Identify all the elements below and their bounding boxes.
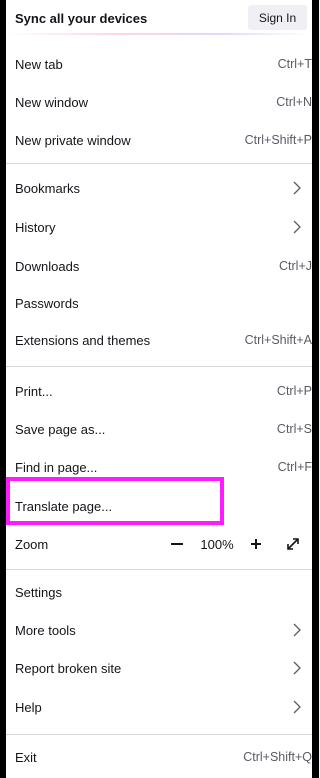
menu-item-label: Extensions and themes xyxy=(15,332,151,348)
menu-item-translate-page[interactable]: Translate page... xyxy=(6,488,312,524)
shortcut-text: Ctrl+F xyxy=(277,460,312,474)
menu-item-label: Report broken site xyxy=(15,660,122,676)
menu-item-label: Find in page... xyxy=(15,459,98,475)
separator xyxy=(6,734,312,735)
shortcut-text: Ctrl+Shift+Q xyxy=(243,750,312,764)
shortcut-text: Ctrl+S xyxy=(276,422,312,436)
shortcut-text: Ctrl+Shift+A xyxy=(244,333,312,347)
menu-item-label: Passwords xyxy=(15,295,79,311)
menu-item-save-page-as[interactable]: Save page as... Ctrl+S xyxy=(6,411,312,447)
menu-item-label: Settings xyxy=(15,584,62,600)
chevron-right-icon xyxy=(288,659,306,677)
menu-item-label: New tab xyxy=(15,56,63,72)
menu-item-help[interactable]: Help xyxy=(6,689,312,725)
shortcut-text: Ctrl+Shift+P xyxy=(244,133,312,147)
menu-item-passwords[interactable]: Passwords xyxy=(6,285,312,321)
menu-item-find-in-page[interactable]: Find in page... Ctrl+F xyxy=(6,449,312,485)
menu-item-label: More tools xyxy=(15,622,76,638)
menu-item-label: Zoom xyxy=(15,536,49,552)
window-border-right xyxy=(312,0,319,778)
menu-item-report-broken-site[interactable]: Report broken site xyxy=(6,650,312,686)
chevron-right-icon xyxy=(288,698,306,716)
menu-item-zoom: Zoom 100% xyxy=(6,526,312,562)
separator xyxy=(6,366,312,367)
sign-in-button[interactable]: Sign In xyxy=(248,5,307,30)
zoom-out-button[interactable] xyxy=(166,533,188,555)
menu-item-history[interactable]: History xyxy=(6,209,312,245)
zoom-in-button[interactable] xyxy=(245,533,267,555)
menu-item-label: New private window xyxy=(15,132,131,148)
fullscreen-icon[interactable] xyxy=(282,533,304,555)
menu-item-new-tab[interactable]: New tab Ctrl+T xyxy=(6,46,312,82)
menu-item-label: Downloads xyxy=(15,258,80,274)
menu-item-label: Translate page... xyxy=(15,498,113,514)
menu-item-exit[interactable]: Exit Ctrl+Shift+Q xyxy=(6,739,312,775)
chevron-right-icon xyxy=(288,179,306,197)
app-menu-panel: Sync all your devices Sign In New tab Ct… xyxy=(6,0,312,778)
menu-item-new-private-window[interactable]: New private window Ctrl+Shift+P xyxy=(6,122,312,158)
shortcut-text: Ctrl+J xyxy=(279,259,312,273)
menu-item-more-tools[interactable]: More tools xyxy=(6,612,312,648)
menu-item-label: Exit xyxy=(15,749,37,765)
menu-item-new-window[interactable]: New window Ctrl+N xyxy=(6,84,312,120)
menu-item-settings[interactable]: Settings xyxy=(6,574,312,610)
menu-item-label: Help xyxy=(15,699,42,715)
chevron-right-icon xyxy=(288,621,306,639)
menu-item-downloads[interactable]: Downloads Ctrl+J xyxy=(6,248,312,284)
zoom-level[interactable]: 100% xyxy=(191,537,243,552)
separator xyxy=(6,163,312,164)
sync-header: Sync all your devices Sign In xyxy=(6,0,312,36)
shortcut-text: Ctrl+T xyxy=(277,57,312,71)
menu-item-label: History xyxy=(15,219,56,235)
menu-item-label: New window xyxy=(15,94,88,110)
menu-item-label: Print... xyxy=(15,383,53,399)
separator xyxy=(6,569,312,570)
chevron-right-icon xyxy=(288,218,306,236)
menu-item-print[interactable]: Print... Ctrl+P xyxy=(6,373,312,409)
sync-accent-divider xyxy=(6,33,312,35)
menu-item-label: Bookmarks xyxy=(15,180,81,196)
menu-item-extensions-and-themes[interactable]: Extensions and themes Ctrl+Shift+A xyxy=(6,322,312,358)
shortcut-text: Ctrl+P xyxy=(276,384,312,398)
sync-label: Sync all your devices xyxy=(15,10,148,26)
menu-item-bookmarks[interactable]: Bookmarks xyxy=(6,170,312,206)
menu-item-label: Save page as... xyxy=(15,421,106,437)
shortcut-text: Ctrl+N xyxy=(276,95,312,109)
